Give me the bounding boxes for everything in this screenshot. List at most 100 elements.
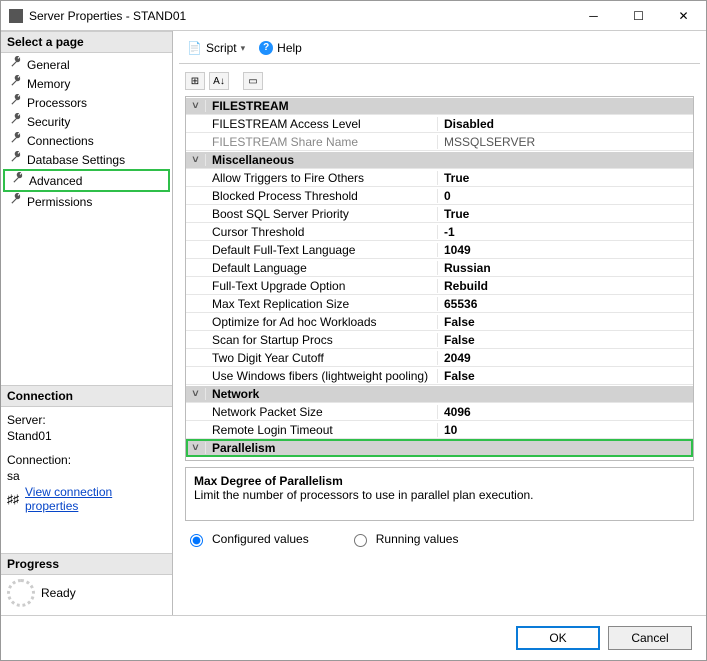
property-pages-button[interactable]: ▭ [243,72,263,90]
property-label: Default Language [206,261,438,275]
collapse-icon[interactable]: ˅ [186,388,206,400]
sidebar-item-processors[interactable]: Processors [3,93,170,112]
property-row[interactable]: FILESTREAM Access LevelDisabled [186,115,693,133]
connection-header: Connection [1,385,172,407]
property-row[interactable]: Use Windows fibers (lightweight pooling)… [186,367,693,385]
category-filestream[interactable]: ˅FILESTREAM [186,97,693,115]
close-button[interactable]: ✕ [661,1,706,30]
main-area: Select a page General MemoryProcessors Sec… [1,31,706,615]
property-label: Full-Text Upgrade Option [206,279,438,293]
collapse-icon[interactable]: ˅ [186,154,206,166]
category-label: Parallelism [206,441,438,455]
property-value[interactable]: True [438,207,693,221]
property-value[interactable]: 2049 [438,351,693,365]
collapse-icon[interactable]: ˅ [186,442,206,454]
property-label: Use Windows fibers (lightweight pooling) [206,369,438,383]
property-row[interactable]: Remote Login Timeout10 [186,421,693,439]
property-row[interactable]: FILESTREAM Share NameMSSQLSERVER [186,133,693,151]
page-list: General MemoryProcessors SecurityConnectio… [1,53,172,213]
description-title: Max Degree of Parallelism [194,474,685,488]
property-row[interactable]: Default Full-Text Language1049 [186,241,693,259]
sidebar-item-security[interactable]: Security [3,112,170,131]
cancel-button[interactable]: Cancel [608,626,692,650]
configured-values-radio[interactable]: Configured values [185,531,309,547]
sidebar-item-permissions[interactable]: Permissions [3,192,170,211]
wrench-icon [9,94,22,111]
sidebar-item-label: Memory [27,76,70,92]
wrench-icon [9,193,22,210]
sidebar-item-connections[interactable]: Connections [3,131,170,150]
property-label: Max Text Replication Size [206,297,438,311]
property-label: FILESTREAM Share Name [206,135,438,149]
dialog-footer: OK Cancel [1,615,706,660]
category-label: Miscellaneous [206,153,438,167]
sidebar-item-memory[interactable]: Memory [3,74,170,93]
property-row[interactable]: Blocked Process Threshold0 [186,187,693,205]
property-row[interactable]: Two Digit Year Cutoff2049 [186,349,693,367]
wrench-icon [9,113,22,130]
property-row[interactable]: Scan for Startup ProcsFalse [186,331,693,349]
property-value[interactable]: 65536 [438,297,693,311]
property-value[interactable]: Rebuild [438,279,693,293]
property-row[interactable]: Cost Threshold for Parallelism5 [186,457,693,461]
property-row[interactable]: Allow Triggers to Fire OthersTrue [186,169,693,187]
property-grid[interactable]: ˅FILESTREAMFILESTREAM Access LevelDisabl… [185,96,694,461]
select-page-header: Select a page [1,31,172,53]
property-row[interactable]: Default LanguageRussian [186,259,693,277]
property-value[interactable]: MSSQLSERVER [438,135,693,149]
property-label: Blocked Process Threshold [206,189,438,203]
connection-value: sa [7,469,166,483]
property-value[interactable]: False [438,315,693,329]
progress-block: Ready [1,575,172,615]
property-value[interactable]: 5 [438,459,693,461]
category-miscellaneous[interactable]: ˅Miscellaneous [186,151,693,169]
category-label: Network [206,387,438,401]
server-value: Stand01 [7,429,166,443]
property-value[interactable]: True [438,171,693,185]
property-value[interactable]: 0 [438,189,693,203]
category-network[interactable]: ˅Network [186,385,693,403]
window-controls: ─ ☐ ✕ [571,1,706,30]
sidebar-item-advanced[interactable]: Advanced [3,169,170,192]
window-title: Server Properties - STAND01 [29,9,571,23]
progress-header: Progress [1,553,172,575]
property-value[interactable]: Russian [438,261,693,275]
help-button[interactable]: ? Help [255,39,306,57]
description-box: Max Degree of Parallelism Limit the numb… [185,467,694,521]
property-value[interactable]: False [438,333,693,347]
ok-button[interactable]: OK [516,626,600,650]
script-label: Script [206,41,237,55]
property-row[interactable]: Network Packet Size4096 [186,403,693,421]
script-button[interactable]: 📄 Script ▾ [183,39,249,57]
property-row[interactable]: Max Text Replication Size65536 [186,295,693,313]
sidebar-item-label: Security [27,114,70,130]
property-row[interactable]: Cursor Threshold-1 [186,223,693,241]
property-label: Cost Threshold for Parallelism [206,459,438,461]
running-radio-input[interactable] [354,534,367,547]
minimize-button[interactable]: ─ [571,1,616,30]
property-panel: ⊞ A↓ ▭ ˅FILESTREAMFILESTREAM Access Leve… [179,64,700,609]
property-value[interactable]: 1049 [438,243,693,257]
running-values-radio[interactable]: Running values [349,531,459,547]
sidebar-item-database-settings[interactable]: Database Settings [3,150,170,169]
property-row[interactable]: Boost SQL Server PriorityTrue [186,205,693,223]
grid-toolbar: ⊞ A↓ ▭ [179,70,700,96]
categorize-button[interactable]: ⊞ [185,72,205,90]
category-label: FILESTREAM [206,99,438,113]
property-value[interactable]: 4096 [438,405,693,419]
property-row[interactable]: Optimize for Ad hoc WorkloadsFalse [186,313,693,331]
property-value[interactable]: Disabled [438,117,693,131]
property-row[interactable]: Full-Text Upgrade OptionRebuild [186,277,693,295]
maximize-button[interactable]: ☐ [616,1,661,30]
property-value[interactable]: 10 [438,423,693,437]
property-value[interactable]: -1 [438,225,693,239]
collapse-icon[interactable]: ˅ [186,100,206,112]
view-connection-link[interactable]: View connection properties [25,485,166,513]
property-label: FILESTREAM Access Level [206,117,438,131]
category-parallelism[interactable]: ˅Parallelism [186,439,693,457]
help-icon: ? [259,41,273,55]
sort-button[interactable]: A↓ [209,72,229,90]
configured-radio-input[interactable] [190,534,203,547]
sidebar-item-general[interactable]: General [3,55,170,74]
property-value[interactable]: False [438,369,693,383]
